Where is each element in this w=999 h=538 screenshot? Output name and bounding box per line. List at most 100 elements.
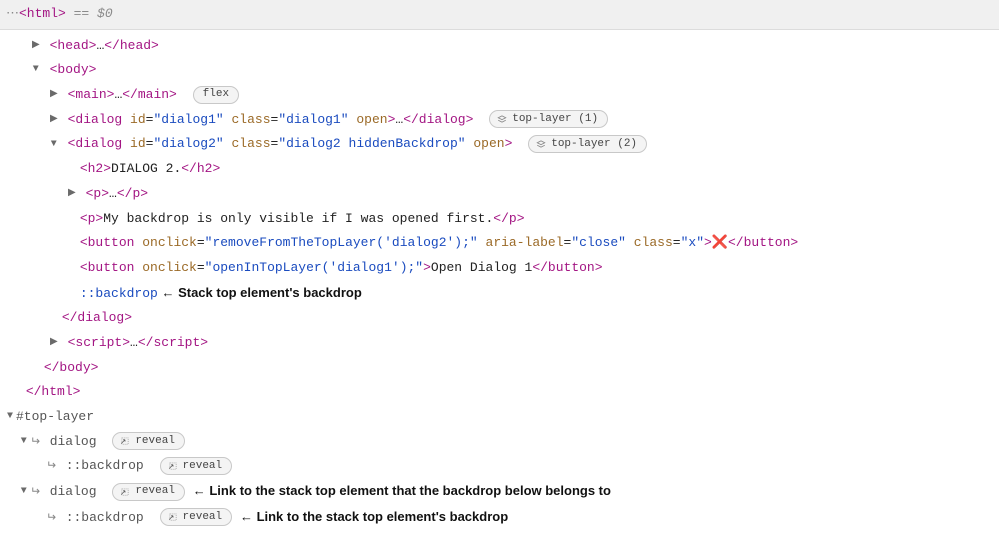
disclosure-triangle-icon[interactable]: ▶ — [48, 110, 60, 129]
arrow-left-glyph: ← — [193, 483, 206, 498]
tag-open: <button — [80, 235, 135, 250]
dollar-zero: $0 — [97, 6, 113, 21]
target-icon — [120, 487, 130, 497]
tag-open: <dialog — [68, 136, 123, 151]
reveal-badge[interactable]: reveal — [160, 508, 233, 526]
equals-sign: = — [197, 260, 205, 275]
tag-close-bracket: > — [704, 235, 712, 250]
cross-mark-icon: ❌ — [712, 235, 728, 250]
tree-row-dialog2[interactable]: ▼ <dialog id="dialog2" class="dialog2 hi… — [0, 132, 999, 157]
disclosure-triangle-icon[interactable]: ▼ — [18, 432, 30, 451]
disclosure-triangle-icon[interactable]: ▶ — [30, 36, 42, 55]
badge-label: reveal — [183, 456, 223, 477]
tree-row-dialog1[interactable]: ▶ <dialog id="dialog1" class="dialog1" o… — [0, 108, 999, 133]
tree-row-p2[interactable]: <p>My backdrop is only visible if I was … — [0, 207, 999, 232]
tree-row-backdrop-pseudo[interactable]: ::backdrop ← Stack top element's backdro… — [0, 281, 999, 307]
flex-badge[interactable]: flex — [193, 86, 239, 104]
top-layer-badge[interactable]: top-layer (2) — [528, 135, 647, 153]
annotation-text: Stack top element's backdrop — [178, 285, 362, 300]
tree-row-p1[interactable]: ▶ <p>…</p> — [0, 182, 999, 207]
ellipsis: … — [109, 186, 117, 201]
truncation-dots: ⋯ — [6, 6, 19, 21]
tree-row-head[interactable]: ▶ <head>…</head> — [0, 34, 999, 59]
attr-value: "x" — [681, 235, 704, 250]
dom-tree[interactable]: ▶ <head>…</head> ▼ <body> ▶ <main>…</mai… — [0, 30, 999, 538]
tag-close: </body> — [44, 360, 99, 375]
disclosure-triangle-icon[interactable]: ▼ — [4, 407, 16, 426]
disclosure-triangle-icon[interactable]: ▼ — [18, 482, 30, 501]
tag-open: <head> — [50, 38, 97, 53]
return-arrow-icon: ↵ — [46, 507, 56, 530]
tag-close: </script> — [138, 335, 208, 350]
html-tag[interactable]: <html> — [19, 6, 66, 21]
tag-open: <script> — [68, 335, 130, 350]
attr-value: "dialog2 hiddenBackdrop" — [278, 136, 465, 151]
tree-row-dialog2-close[interactable]: </dialog> — [0, 306, 999, 331]
tag-open: <p> — [80, 211, 103, 226]
target-icon — [168, 461, 178, 471]
top-layer-label: #top-layer — [16, 409, 94, 424]
target-icon — [168, 512, 178, 522]
attr-value: "close" — [571, 235, 626, 250]
arrow-left-glyph: ← — [158, 285, 178, 300]
attr-value: "dialog1" — [153, 112, 223, 127]
tree-row-body-close[interactable]: </body> — [0, 356, 999, 381]
attr-value: "openInTopLayer('dialog1');" — [205, 260, 423, 275]
top-layer-item[interactable]: ▼↵ dialog reveal ← Link to the stack top… — [0, 479, 999, 505]
reveal-badge[interactable]: reveal — [112, 432, 185, 450]
tree-row-html-close[interactable]: </html> — [0, 380, 999, 405]
return-arrow-icon: ↵ — [46, 455, 56, 478]
tag-close: </dialog> — [403, 112, 473, 127]
tag-close: </main> — [122, 87, 177, 102]
badge-label: reveal — [135, 481, 175, 502]
annotation-text: Link to the stack top element's backdrop — [257, 509, 509, 524]
equals-sign: = — [197, 235, 205, 250]
text-content: Open Dialog 1 — [431, 260, 532, 275]
attr-name: class — [232, 136, 271, 151]
text-content: DIALOG 2. — [111, 161, 181, 176]
attr-name: open — [473, 136, 504, 151]
badge-label: reveal — [135, 431, 175, 452]
top-layer-item[interactable]: ▼↵ dialog reveal — [0, 430, 999, 455]
disclosure-triangle-icon[interactable]: ▶ — [66, 184, 78, 203]
top-layer-backdrop-item[interactable]: ↵ ::backdrop reveal — [0, 454, 999, 479]
tag-open: <body> — [50, 62, 97, 77]
attr-value: "dialog2" — [153, 136, 223, 151]
attr-name: class — [232, 112, 271, 127]
tree-row-button-close[interactable]: <button onclick="removeFromTheTopLayer('… — [0, 231, 999, 256]
top-layer-section-header[interactable]: ▼#top-layer — [0, 405, 999, 430]
tree-row-h2[interactable]: <h2>DIALOG 2.</h2> — [0, 157, 999, 182]
equals-sign: = — [673, 235, 681, 250]
disclosure-triangle-icon[interactable]: ▼ — [48, 135, 60, 154]
return-arrow-icon: ↵ — [30, 431, 40, 454]
tree-row-main[interactable]: ▶ <main>…</main> flex — [0, 83, 999, 108]
tag-close: </p> — [117, 186, 148, 201]
return-arrow-icon: ↵ — [30, 481, 40, 504]
badge-label: top-layer (1) — [512, 109, 598, 130]
attr-name: class — [634, 235, 673, 250]
equals-selected: == — [66, 6, 97, 21]
top-layer-element-name: dialog — [50, 434, 97, 449]
badge-label: top-layer (2) — [551, 134, 637, 155]
top-layer-element-name: dialog — [50, 484, 97, 499]
reveal-badge[interactable]: reveal — [112, 483, 185, 501]
target-icon — [120, 436, 130, 446]
tree-row-script[interactable]: ▶ <script>…</script> — [0, 331, 999, 356]
tree-row-button-open[interactable]: <button onclick="openInTopLayer('dialog1… — [0, 256, 999, 281]
tree-row-body[interactable]: ▼ <body> — [0, 58, 999, 83]
attr-name: id — [130, 112, 146, 127]
layers-icon — [536, 139, 546, 149]
disclosure-triangle-icon[interactable]: ▶ — [48, 85, 60, 104]
tag-open: <button — [80, 260, 135, 275]
attr-name: onclick — [142, 260, 197, 275]
reveal-badge[interactable]: reveal — [160, 457, 233, 475]
top-layer-backdrop-item[interactable]: ↵ ::backdrop reveal ← Link to the stack … — [0, 505, 999, 531]
top-layer-backdrop-name: ::backdrop — [66, 458, 144, 473]
layers-icon — [497, 114, 507, 124]
attr-name: open — [356, 112, 387, 127]
attr-value: "removeFromTheTopLayer('dialog2');" — [205, 235, 478, 250]
ellipsis: … — [130, 335, 138, 350]
disclosure-triangle-icon[interactable]: ▶ — [48, 333, 60, 352]
disclosure-triangle-icon[interactable]: ▼ — [30, 60, 42, 79]
top-layer-badge[interactable]: top-layer (1) — [489, 110, 608, 128]
